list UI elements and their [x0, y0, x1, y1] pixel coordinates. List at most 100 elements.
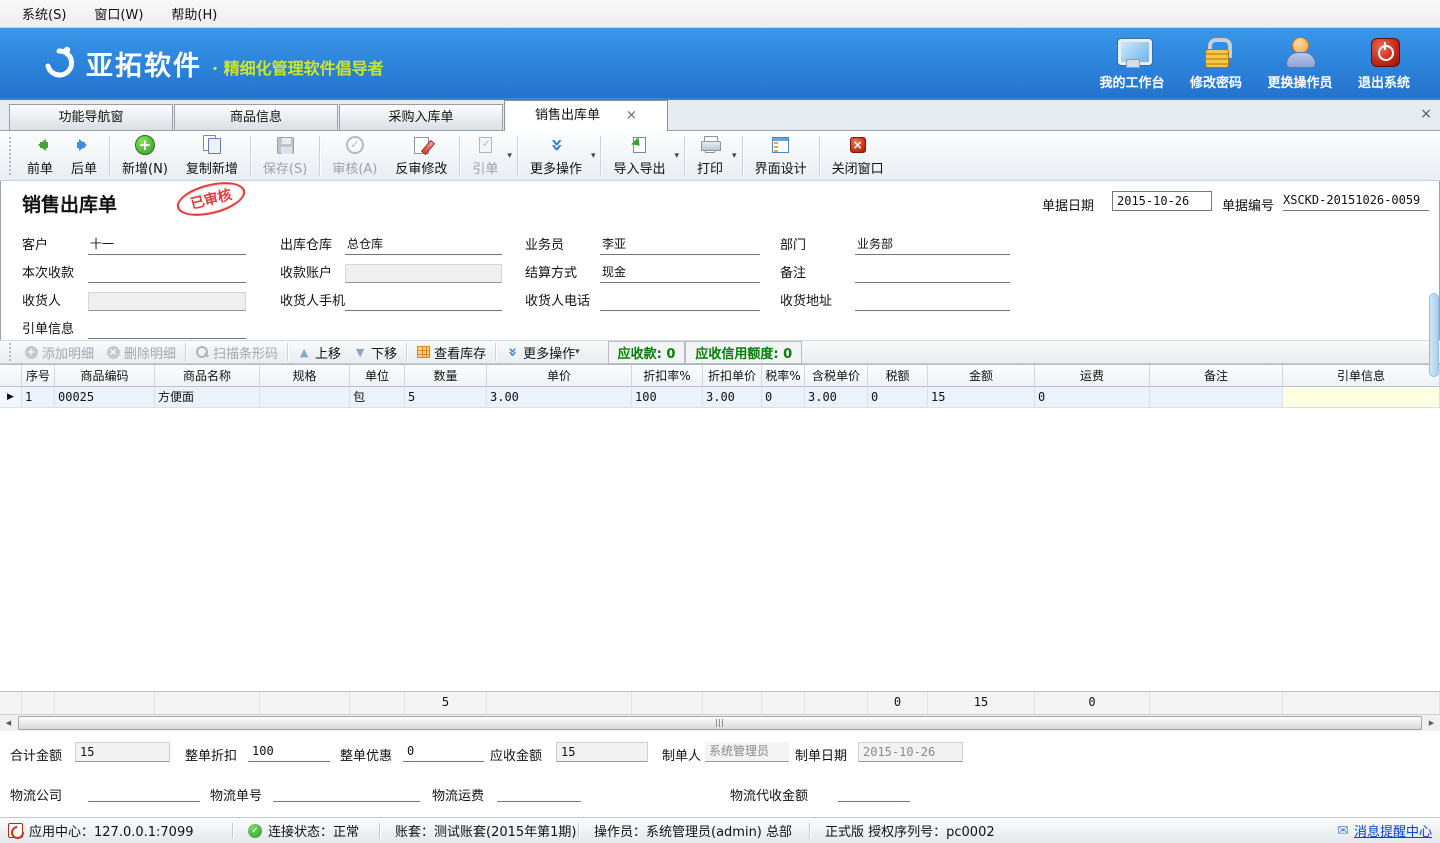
- remark-field[interactable]: [855, 264, 1010, 283]
- pull-order-button[interactable]: 引单: [463, 132, 507, 179]
- move-up-button[interactable]: ▲上移: [291, 343, 347, 362]
- cell: 3.00: [487, 387, 632, 408]
- plus-circle-icon: [24, 345, 38, 359]
- separator: [684, 136, 685, 176]
- dropdown-arrow-icon[interactable]: ▾: [675, 151, 680, 161]
- operator-status: 操作员：系统管理员(admin) 总部: [594, 821, 794, 840]
- separator: [287, 343, 288, 361]
- consignee-phone-field[interactable]: [600, 292, 760, 311]
- doc-no-field[interactable]: XSCKD-20151026-0059: [1283, 191, 1429, 211]
- import-export-button[interactable]: 导入导出: [604, 132, 674, 179]
- copy-new-button[interactable]: 复制新增: [177, 132, 247, 179]
- tab-sales-outbound[interactable]: 销售出库单×: [504, 100, 668, 131]
- next-doc-button[interactable]: 后单: [62, 132, 106, 179]
- close-window-button[interactable]: 关闭窗口: [823, 132, 893, 179]
- save-button[interactable]: 保存(S): [254, 132, 316, 179]
- col-header[interactable]: 单价: [487, 365, 632, 387]
- doc-discount-label: 整单折扣: [185, 745, 237, 764]
- menu-system[interactable]: 系统(S): [10, 0, 78, 27]
- col-header[interactable]: 折扣单价: [703, 365, 762, 387]
- col-header[interactable]: 规格: [260, 365, 350, 387]
- detail-grid: 序号 商品编码 商品名称 规格 单位 数量 单价 折扣率% 折扣单价 税率% 含…: [0, 364, 1440, 714]
- col-header[interactable]: 备注: [1150, 365, 1283, 387]
- detail-more-actions-button[interactable]: 更多操作▾: [499, 343, 588, 362]
- red-close-icon: [846, 134, 870, 156]
- col-header[interactable]: 税额: [868, 365, 928, 387]
- logistics-company-field[interactable]: [88, 782, 200, 802]
- logistics-no-field[interactable]: [273, 782, 420, 802]
- col-header[interactable]: 运费: [1035, 365, 1150, 387]
- doc-allowance-field[interactable]: 0: [403, 742, 484, 762]
- scan-barcode-button[interactable]: 扫描条形码: [189, 343, 284, 362]
- detail-toolbar: 添加明细 删除明细 扫描条形码 ▲上移 ▼下移 查看库存 更多操作▾ 应收款: …: [0, 340, 1440, 364]
- warehouse-field[interactable]: 总仓库: [345, 236, 502, 255]
- dropdown-arrow-icon[interactable]: ▾: [732, 151, 737, 161]
- customer-field[interactable]: 十一: [88, 236, 246, 255]
- switch-operator-button[interactable]: 更换操作员: [1258, 37, 1342, 91]
- message-center-link[interactable]: 消息提醒中心: [1354, 821, 1432, 840]
- tab-close-icon[interactable]: ×: [626, 108, 637, 123]
- col-header[interactable]: 税率%: [762, 365, 805, 387]
- ui-design-button[interactable]: 界面设计: [746, 132, 816, 179]
- scroll-right-icon[interactable]: ▶: [1424, 716, 1439, 731]
- logistics-fee-field[interactable]: [497, 782, 581, 802]
- cell: 0: [762, 387, 805, 408]
- doc-no-label: 单据编号: [1222, 195, 1274, 214]
- col-header[interactable]: 单位: [350, 365, 405, 387]
- arrow-down-icon: ▼: [353, 345, 367, 359]
- col-header[interactable]: 金额: [928, 365, 1035, 387]
- dropdown-arrow-icon[interactable]: ▾: [591, 151, 596, 161]
- workbench-button[interactable]: 我的工作台: [1090, 37, 1174, 91]
- salesman-field[interactable]: 李亚: [600, 236, 760, 255]
- doc-discount-field[interactable]: 100: [248, 742, 330, 762]
- vertical-scrollbar-thumb[interactable]: [1429, 293, 1439, 377]
- tabstrip-close-icon[interactable]: ×: [1420, 106, 1432, 122]
- grid-summary-row: 5 0 15 0: [0, 691, 1440, 714]
- unaudit-edit-button[interactable]: 反审修改: [386, 132, 456, 179]
- horizontal-scrollbar: ◀ ▶: [0, 714, 1440, 731]
- logistics-cod-label: 物流代收金额: [730, 785, 808, 804]
- col-header[interactable]: 序号: [22, 365, 55, 387]
- col-header[interactable]: 含税单价: [805, 365, 868, 387]
- view-stock-button[interactable]: 查看库存: [410, 343, 492, 362]
- separator: [742, 136, 743, 176]
- audit-button[interactable]: 审核(A): [323, 132, 386, 179]
- col-header[interactable]: 数量: [405, 365, 487, 387]
- tab-function-nav[interactable]: 功能导航窗: [9, 104, 173, 130]
- print-button[interactable]: 打印: [688, 132, 732, 179]
- address-field[interactable]: [855, 292, 1010, 311]
- consignee-mobile-field[interactable]: [345, 292, 502, 311]
- tab-purchase-inbound[interactable]: 采购入库单: [339, 104, 503, 130]
- arrow-right-icon: [72, 134, 96, 156]
- col-header[interactable]: 商品名称: [155, 365, 260, 387]
- arrow-up-icon: ▲: [297, 345, 311, 359]
- add-detail-button[interactable]: 添加明细: [18, 343, 100, 362]
- more-actions-button[interactable]: 更多操作: [521, 132, 591, 179]
- col-header[interactable]: 引单信息: [1283, 365, 1440, 387]
- move-down-button[interactable]: ▼下移: [347, 343, 403, 362]
- department-field[interactable]: 业务部: [855, 236, 1010, 255]
- table-row[interactable]: ▶ 1 00025 方便面 包 5 3.00 100 3.00 0 3.00 0…: [0, 387, 1440, 408]
- edit-icon: [409, 134, 433, 156]
- logistics-cod-field[interactable]: [838, 782, 910, 802]
- horizontal-scrollbar-thumb[interactable]: [18, 716, 1422, 730]
- row-selector-header: [0, 365, 22, 387]
- menu-help[interactable]: 帮助(H): [159, 0, 229, 27]
- delete-detail-button[interactable]: 删除明细: [100, 343, 182, 362]
- tab-product-info[interactable]: 商品信息: [174, 104, 338, 130]
- settlement-field[interactable]: 现金: [600, 264, 760, 283]
- scroll-left-icon[interactable]: ◀: [1, 716, 16, 731]
- dropdown-arrow-icon[interactable]: ▾: [507, 151, 512, 161]
- double-chevron-down-icon: [544, 134, 568, 156]
- power-icon: [1367, 37, 1401, 69]
- payment-now-field[interactable]: [88, 264, 246, 283]
- col-header[interactable]: 商品编码: [55, 365, 155, 387]
- change-password-button[interactable]: 修改密码: [1174, 37, 1258, 91]
- new-button[interactable]: 新增(N): [113, 132, 177, 179]
- prev-doc-button[interactable]: 前单: [18, 132, 62, 179]
- menu-window[interactable]: 窗口(W): [82, 0, 155, 27]
- col-header[interactable]: 折扣率%: [632, 365, 703, 387]
- doc-date-input[interactable]: 2015-10-26: [1112, 191, 1212, 211]
- ref-order-field[interactable]: [88, 320, 246, 339]
- exit-system-button[interactable]: 退出系统: [1342, 37, 1426, 91]
